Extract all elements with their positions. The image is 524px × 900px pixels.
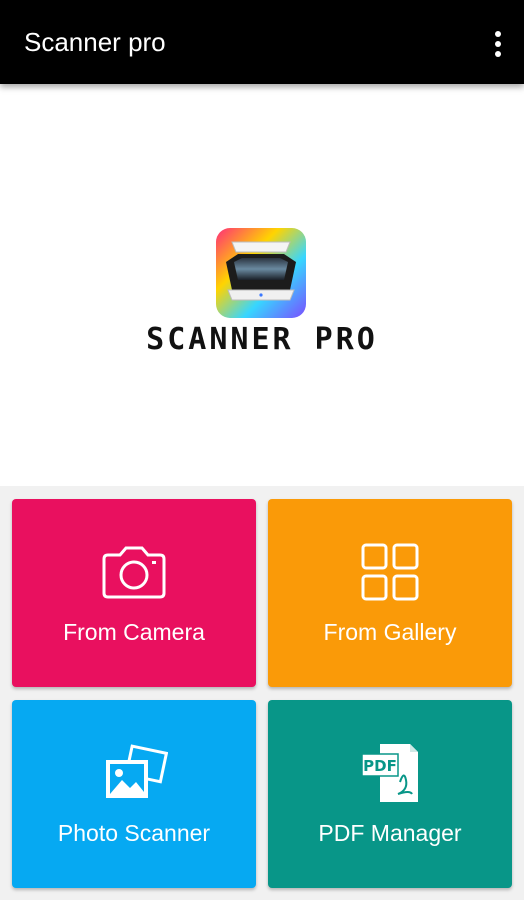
from-gallery-button[interactable]: From Gallery: [268, 499, 512, 687]
app-screen: Scanner pro SCANNER PRO From Camera From…: [0, 0, 524, 900]
grid-icon: [361, 543, 419, 601]
photos-icon: [106, 744, 168, 798]
more-vert-icon[interactable]: [488, 31, 508, 57]
scanner-logo-icon: [216, 228, 306, 318]
dot: [495, 41, 501, 47]
dot: [495, 31, 501, 37]
tile-label: From Gallery: [323, 619, 457, 645]
tile-label: Photo Scanner: [57, 820, 211, 846]
hero-banner: SCANNER PRO: [0, 84, 524, 486]
logo-text: SCANNER PRO: [146, 322, 378, 357]
dot: [495, 51, 501, 57]
action-grid: From Camera From Gallery Photo Scanner P…: [0, 486, 524, 900]
camera-icon: [102, 546, 166, 599]
from-camera-button[interactable]: From Camera: [12, 499, 256, 687]
pdf-icon-text: PDF: [363, 757, 397, 775]
pdf-icon: PDF: [361, 744, 418, 802]
pdf-manager-button[interactable]: PDF PDF Manager: [268, 700, 512, 888]
app-toolbar: Scanner pro: [0, 0, 524, 84]
tile-label: PDF Manager: [318, 820, 462, 846]
photo-scanner-button[interactable]: Photo Scanner: [12, 700, 256, 888]
toolbar-title: Scanner pro: [24, 27, 166, 57]
tile-label: From Camera: [63, 619, 205, 645]
